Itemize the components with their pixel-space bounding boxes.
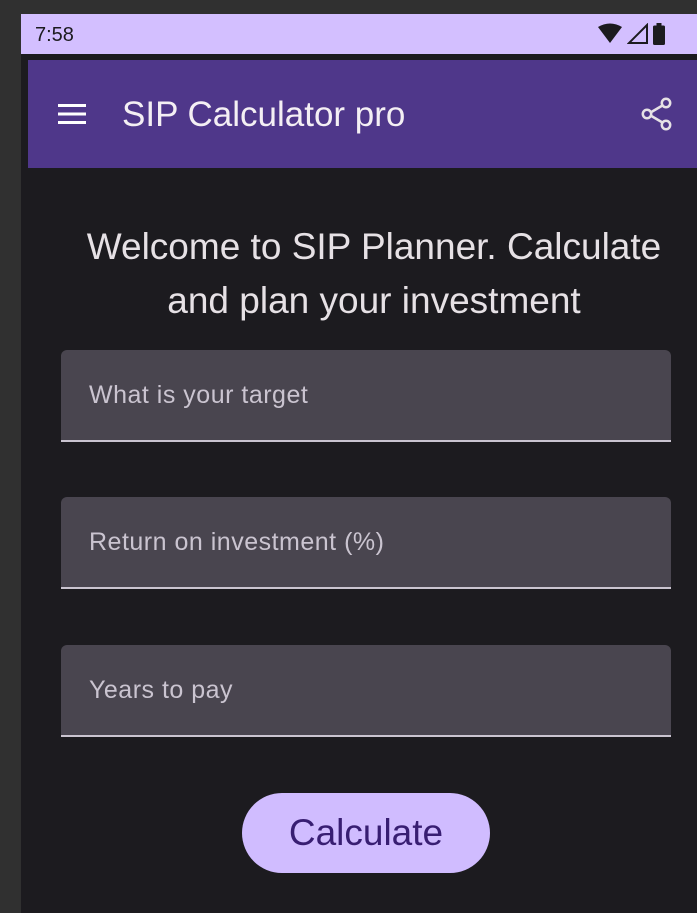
status-icons [597, 23, 665, 45]
app-bar: SIP Calculator pro [28, 60, 697, 168]
target-field[interactable] [61, 350, 671, 442]
status-bar: 7:58 [21, 14, 697, 54]
return-input[interactable] [61, 497, 671, 587]
return-field[interactable] [61, 497, 671, 589]
wifi-icon [597, 23, 623, 45]
share-icon[interactable] [639, 96, 675, 132]
cellular-signal-icon [627, 23, 649, 45]
status-time: 7:58 [35, 24, 74, 46]
app-title: SIP Calculator pro [122, 95, 406, 134]
years-input[interactable] [61, 645, 671, 735]
welcome-text: Welcome to SIP Planner. Calculate and pl… [86, 226, 662, 321]
calculate-button[interactable]: Calculate [242, 793, 490, 873]
years-field[interactable] [61, 645, 671, 737]
menu-icon[interactable] [56, 98, 88, 130]
side-strip [21, 54, 28, 913]
battery-icon [653, 23, 665, 45]
target-input[interactable] [61, 350, 671, 440]
device-screen: 7:58 SIP Calculator pro Welcome to SIP P… [21, 14, 697, 913]
